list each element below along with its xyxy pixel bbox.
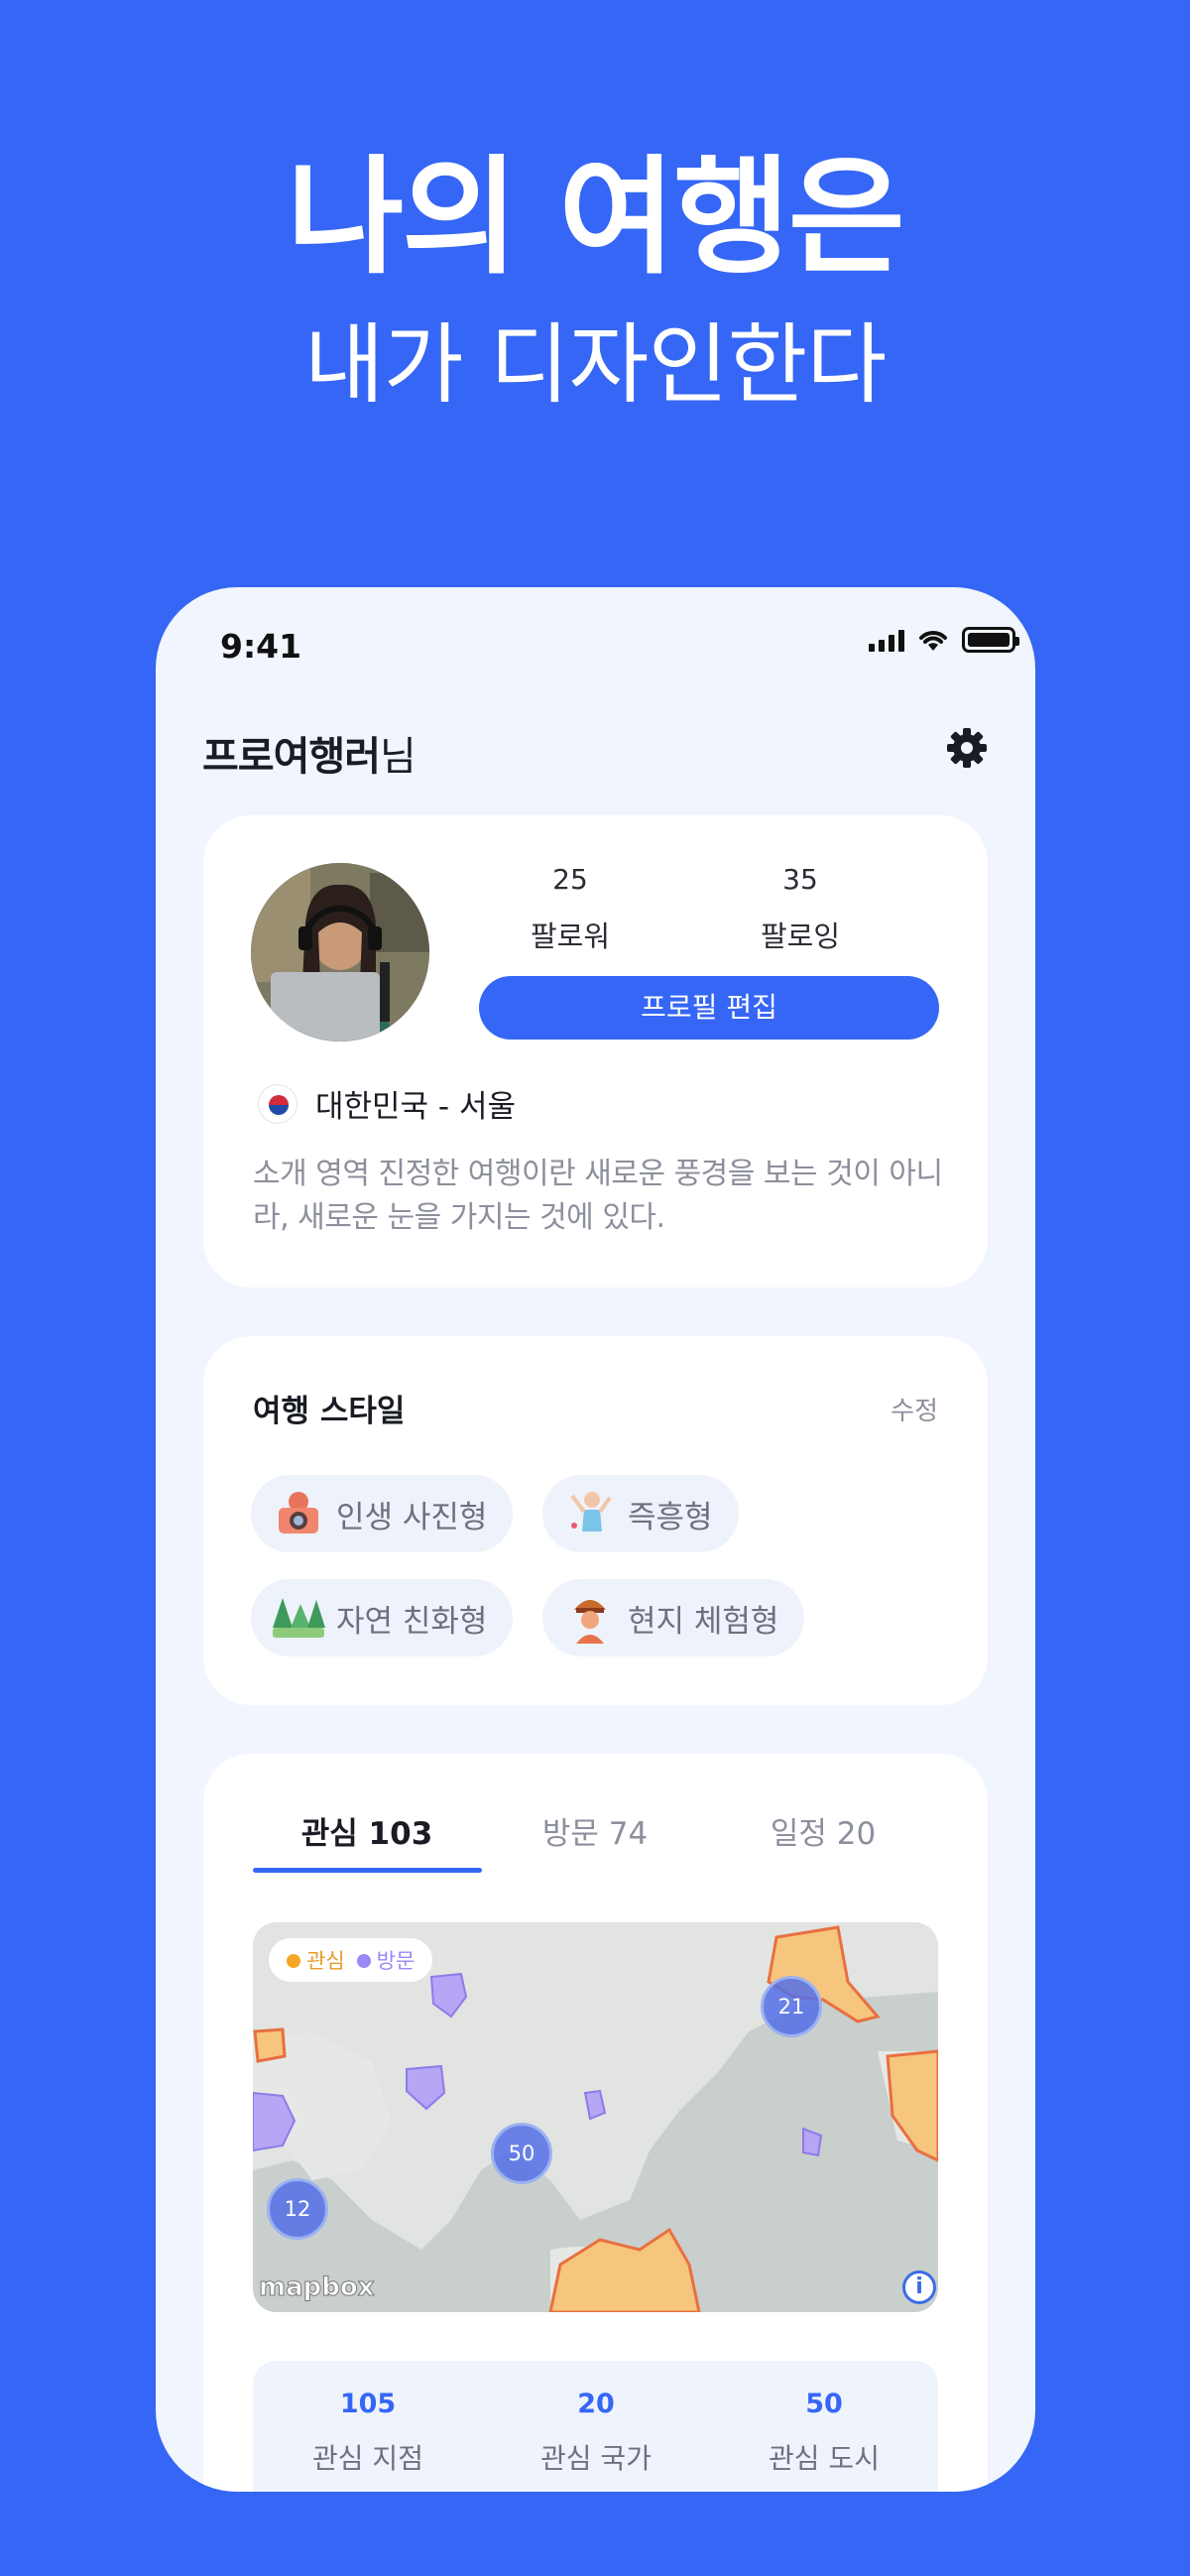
summary-item[interactable]: 105 관심 지점 [269, 2389, 467, 2477]
style-chip[interactable]: 자연 친화형 [251, 1579, 514, 1656]
status-icons [869, 627, 1019, 653]
legend-interest: 관심 [306, 1949, 345, 1973]
following-label: 팔로잉 [760, 920, 841, 953]
map-card: 관심 103 방문 74 일정 20 관심 방문 21 50 12 mapbox… [203, 1754, 988, 2492]
travel-style-card: 여행 스타일 수정 인생 사진형 즉흥형 자연 친화형 현지 체험형 [203, 1336, 988, 1705]
hero-subtitle: 내가 디자인한다 [303, 313, 888, 416]
summary-item[interactable]: 50 관심 도시 [725, 2389, 923, 2477]
tab-interest[interactable]: 관심 103 [253, 1808, 481, 1853]
edit-profile-button[interactable]: 프로필 편집 [479, 976, 939, 1040]
tab-visited[interactable]: 방문 74 [481, 1808, 709, 1853]
style-chip[interactable]: 현지 체험형 [542, 1579, 805, 1656]
travel-style-edit-link[interactable]: 수정 [891, 1391, 938, 1427]
summary-item[interactable]: 20 관심 국가 [497, 2389, 695, 2477]
map-cluster[interactable]: 12 [267, 2178, 328, 2240]
status-time: 9:41 [220, 627, 302, 666]
dancer-icon [562, 1486, 618, 1541]
profile-card: 25 팔로워 35 팔로잉 프로필 편집 대한민국 - 서울 소개 영역 진정한… [203, 815, 988, 1288]
hero-title: 나의 여행은 [287, 144, 904, 292]
interest-summary: 105 관심 지점 20 관심 국가 50 관심 도시 [253, 2361, 938, 2492]
location: 대한민국 - 서울 [258, 1081, 516, 1126]
style-chip[interactable]: 즉흥형 [542, 1475, 739, 1552]
tab-indicator [253, 1868, 482, 1873]
mapbox-logo[interactable]: mapbox [259, 2272, 375, 2303]
following-count: 35 [782, 863, 818, 896]
travel-style-title: 여행 스타일 [253, 1394, 406, 1429]
legend-visited: 방문 [376, 1949, 416, 1973]
bio-text: 소개 영역 진정한 여행이란 새로운 풍경을 보는 것이 아니라, 새로운 눈을… [253, 1157, 943, 1235]
info-icon[interactable]: i [902, 2270, 936, 2304]
user-name: 프로여행러 [202, 734, 381, 780]
trees-icon [271, 1590, 326, 1646]
native-person-icon [562, 1590, 618, 1646]
followers-count: 25 [552, 863, 588, 896]
following-stat[interactable]: 35 팔로잉 [731, 863, 870, 955]
style-chip[interactable]: 인생 사진형 [251, 1475, 514, 1552]
map-cluster[interactable]: 50 [491, 2123, 552, 2184]
avatar[interactable] [251, 863, 429, 1042]
camera-icon [271, 1486, 326, 1541]
followers-stat[interactable]: 25 팔로워 [501, 863, 640, 955]
cellular-signal-icon [869, 628, 904, 652]
tab-schedule[interactable]: 일정 20 [709, 1808, 937, 1853]
followers-label: 팔로워 [530, 920, 611, 953]
map-legend: 관심 방문 [269, 1938, 433, 1982]
wifi-icon [919, 631, 947, 651]
greeting: 프로여행러님 [202, 724, 416, 782]
phone-screen: 9:41 프로여행러님 25 팔로워 35 팔로잉 프로필 편집 대한민국 - … [156, 587, 1035, 2492]
name-suffix: 님 [380, 734, 416, 780]
location-text: 대한민국 - 서울 [315, 1089, 517, 1125]
battery-icon [962, 627, 1019, 653]
korea-flag-icon [258, 1083, 298, 1124]
map-cluster[interactable]: 21 [761, 1976, 822, 2037]
world-map[interactable]: 관심 방문 21 50 12 mapbox i [253, 1922, 938, 2312]
gear-icon[interactable] [943, 724, 991, 772]
